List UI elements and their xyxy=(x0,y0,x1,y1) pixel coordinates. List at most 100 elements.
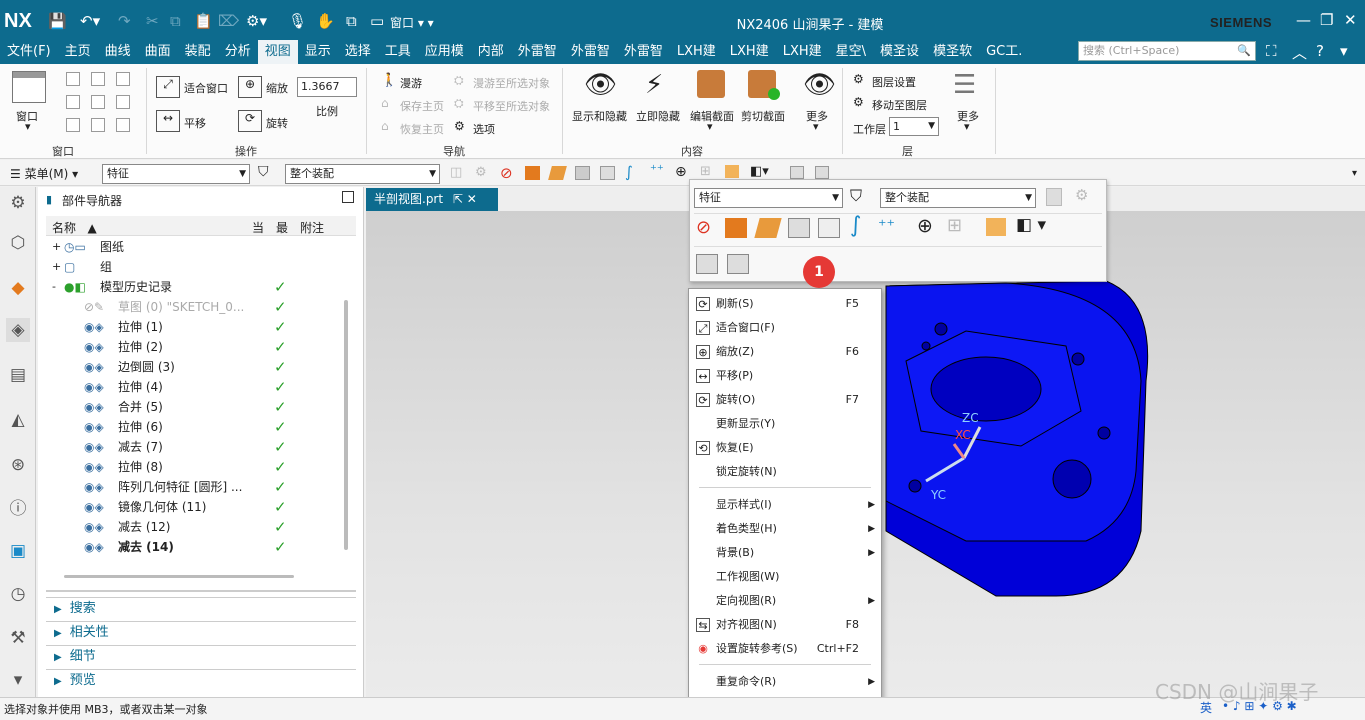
zoom-icon[interactable]: ⊕ xyxy=(238,76,262,98)
popup-component-icon[interactable] xyxy=(986,218,1006,236)
context-menu-item[interactable]: ⊕ 缩放(Z) F6 xyxy=(689,340,881,364)
popup-snap2-icon[interactable]: ⊞ xyxy=(947,215,962,236)
layout-six-icon[interactable] xyxy=(91,118,105,132)
assembly-navigator-icon[interactable]: ⬡ xyxy=(6,231,30,255)
context-menu-item[interactable]: 重复命令(R) ▶ xyxy=(689,670,881,694)
navigator-row[interactable]: ⊘✎ 草图 (0) "SKETCH_0... xyxy=(46,297,346,317)
collapse-ribbon-icon[interactable]: ︿ xyxy=(1292,42,1307,63)
window-icon[interactable]: ▭ xyxy=(370,12,384,30)
history-icon[interactable]: ◷ xyxy=(6,582,30,606)
popup-face-icon[interactable] xyxy=(788,218,810,238)
menu-tab[interactable]: 模圣设 xyxy=(873,40,926,64)
layout-two-icon[interactable] xyxy=(91,72,105,86)
context-menu-item[interactable]: 背景(B) ▶ xyxy=(689,541,881,565)
scope-select[interactable]: 整个装配 ▼ xyxy=(285,164,440,184)
layer-settings-button[interactable]: 图层设置 xyxy=(872,74,916,90)
web-browser-icon[interactable]: ⊛ xyxy=(6,453,30,477)
menu-tab[interactable]: 星空\ xyxy=(829,40,873,64)
layout-two-h-icon[interactable] xyxy=(116,72,130,86)
selbar-overflow-icon[interactable]: ▾ xyxy=(1352,168,1357,179)
context-menu-item[interactable]: ⟳ 刷新(S) F5 xyxy=(689,292,881,316)
clip-section-icon[interactable] xyxy=(748,70,780,100)
layout-four-icon[interactable] xyxy=(91,95,105,109)
popup-edge2-icon[interactable] xyxy=(727,254,749,274)
rotate-icon[interactable]: ⟳ xyxy=(238,110,262,132)
restore-window-icon[interactable]: ❐ xyxy=(1320,11,1333,29)
navigator-scrollbar[interactable] xyxy=(344,300,348,550)
fit-window-icon[interactable]: ⤢ xyxy=(156,76,180,98)
edge-icon[interactable] xyxy=(790,166,804,179)
more-content-dropdown-icon[interactable]: ▾ xyxy=(813,120,819,133)
navigator-row[interactable]: ◉◈ 减去 (14) xyxy=(46,537,346,557)
type-filter-select[interactable]: 特征 ▼ xyxy=(102,164,250,184)
menu-tab[interactable]: 曲线 xyxy=(98,40,138,64)
ime-indicator[interactable]: 英 xyxy=(1200,699,1212,716)
copy-icon[interactable]: ⧉ xyxy=(170,12,181,30)
window-menu[interactable]: 窗口 ▾ ▾ xyxy=(390,14,434,31)
info-icon[interactable]: ⓘ xyxy=(6,497,30,521)
navigator-row[interactable]: ◉◈ 拉伸 (4) xyxy=(46,377,346,397)
navigator-row[interactable]: ◉◈ 边倒圆 (3) xyxy=(46,357,346,377)
menu-tab[interactable]: 模圣软 xyxy=(926,40,979,64)
menu-tab[interactable]: 视图 xyxy=(257,40,298,64)
navigator-section[interactable]: ▶ 相关性 xyxy=(46,621,356,643)
paste-icon[interactable]: 📋 xyxy=(194,12,213,30)
navigator-row[interactable]: ◉◈ 拉伸 (8) xyxy=(46,457,346,477)
immediate-hide-button[interactable]: 立即隐藏 xyxy=(636,108,680,124)
window-dropdown-icon[interactable]: ▾ xyxy=(25,120,31,133)
menu-tab[interactable]: 内部 xyxy=(471,40,511,64)
menu-tab[interactable]: LXH建 xyxy=(776,40,829,64)
edit-section-dropdown-icon[interactable]: ▾ xyxy=(707,120,713,133)
context-menu-item[interactable]: ⇆ 对齐视图(N) F8 xyxy=(689,613,881,637)
reuse-library-icon[interactable]: ▤ xyxy=(6,363,30,387)
context-menu-item[interactable]: 工作视图(W) xyxy=(689,565,881,589)
navigator-row[interactable]: ◉◈ 拉伸 (1) xyxy=(46,317,346,337)
navigator-row[interactable]: ◉◈ 阵列几何特征 [圆形] ... xyxy=(46,477,346,497)
fullscreen-icon[interactable]: ⛶ xyxy=(1266,42,1277,60)
more-content-icon[interactable]: 👁 xyxy=(803,70,836,100)
menu-button[interactable]: ☰ 菜单(M) ▾ xyxy=(10,165,78,182)
snap2-icon[interactable]: ⊞ xyxy=(700,164,711,179)
more-resources-icon[interactable]: ▾ xyxy=(6,668,30,692)
expand-toggle[interactable]: - xyxy=(52,277,56,297)
navigator-section[interactable]: ▶ 搜索 xyxy=(46,597,356,619)
roam-button[interactable]: 漫游 xyxy=(400,75,422,91)
curve-icon[interactable]: ∫ xyxy=(625,163,633,181)
pan-to-selection-button[interactable]: 平移至所选对象 xyxy=(473,98,550,114)
edge2-icon[interactable] xyxy=(815,166,829,179)
menu-tab[interactable]: 曲面 xyxy=(138,40,178,64)
scale-input[interactable]: 1.3667 xyxy=(297,77,357,97)
edit-section-icon[interactable] xyxy=(697,70,725,98)
layers-more-dropdown-icon[interactable]: ▾ xyxy=(964,120,970,133)
popup-filter-icon[interactable]: ⛉ xyxy=(850,186,862,206)
pan-button[interactable]: 平移 xyxy=(184,115,206,131)
popup-no-select-icon[interactable]: ⊘ xyxy=(696,217,711,238)
expand-toggle[interactable]: + xyxy=(52,237,61,257)
menu-tab[interactable]: 显示 xyxy=(298,40,338,64)
navigator-section[interactable]: ▶ 预览 xyxy=(46,669,356,691)
deselect-icon[interactable]: ⚙ xyxy=(475,165,487,180)
clip-section-button[interactable]: 剪切截面 xyxy=(741,108,785,124)
navigator-row[interactable]: + ▢ 组 xyxy=(46,257,346,277)
menu-tab[interactable]: 应用模 xyxy=(418,40,471,64)
delete-icon[interactable]: ⌦ xyxy=(218,12,239,30)
navigator-section[interactable]: ▶ 细节 xyxy=(46,645,356,667)
immediate-hide-icon[interactable]: ⚡ xyxy=(645,70,663,100)
fit-window-button[interactable]: 适合窗口 xyxy=(184,80,228,96)
navigator-row[interactable]: ◉◈ 减去 (12) xyxy=(46,517,346,537)
work-layer-select[interactable]: 1 ▼ xyxy=(889,117,939,136)
body-icon[interactable] xyxy=(600,166,615,180)
save-icon[interactable]: 💾 xyxy=(48,12,67,30)
point-icon[interactable]: ⁺⁺ xyxy=(650,163,664,178)
restore-home-icon[interactable]: ⌂ xyxy=(381,119,389,133)
no-select-icon[interactable]: ⊘ xyxy=(500,164,513,182)
rotate-button[interactable]: 旋转 xyxy=(266,115,288,131)
constraint-navigator-icon[interactable]: ◆ xyxy=(6,276,30,300)
menu-tab[interactable]: 工具 xyxy=(378,40,418,64)
popup-edge-icon[interactable] xyxy=(696,254,718,274)
popup-snap-icon[interactable]: ⊕ xyxy=(917,215,933,237)
menu-tab[interactable]: 外雷智 xyxy=(617,40,670,64)
context-menu-item[interactable]: 着色类型(H) ▶ xyxy=(689,517,881,541)
layer-settings-icon[interactable]: ⚙ xyxy=(853,72,864,86)
menu-tab[interactable]: 外雷智 xyxy=(511,40,564,64)
